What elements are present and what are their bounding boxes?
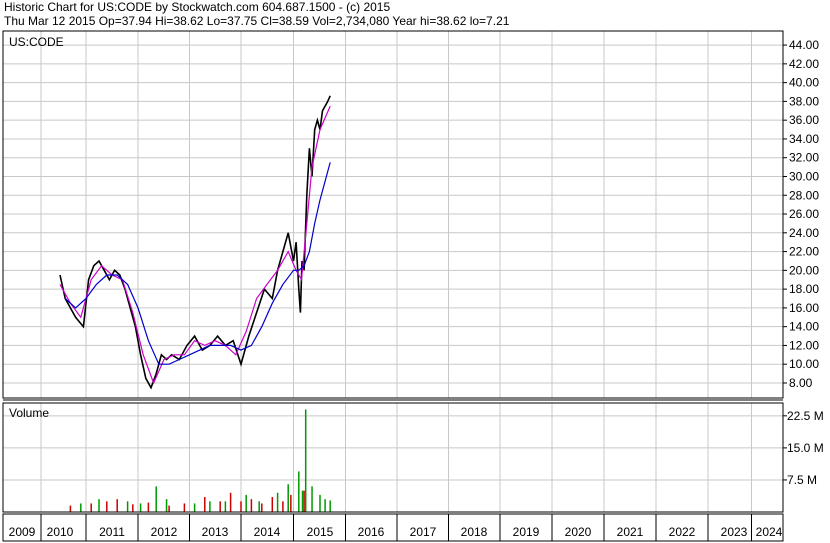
volume-tick-label: 15.0 M [787, 441, 824, 455]
y-tick-label: 28.00 [789, 188, 819, 202]
x-tick-label: 2010 [47, 525, 74, 539]
y-tick-label: 30.00 [789, 169, 819, 183]
volume-panel [69, 409, 331, 512]
y-tick-label: 8.00 [789, 376, 813, 390]
x-tick-label: 2022 [669, 525, 696, 539]
stock-chart: 8.00 10.00 12.00 14.00 16.00 18.00 20.00 22.00 2… [2, 30, 824, 542]
x-tick-label: 2013 [202, 525, 229, 539]
y-tick-label: 32.00 [789, 151, 819, 165]
y-tick-label: 44.00 [789, 38, 819, 52]
x-tick-label: 2021 [617, 525, 644, 539]
y-tick-label: 18.00 [789, 282, 819, 296]
chart-window: Historic Chart for US:CODE by Stockwatch… [0, 0, 830, 543]
x-tick-label: 2014 [254, 525, 281, 539]
volume-label: Volume [9, 406, 49, 420]
y-tick-label: 38.00 [789, 94, 819, 108]
y-tick-label: 26.00 [789, 207, 819, 221]
x-tick-label: 2016 [358, 525, 385, 539]
y-tick-label: 24.00 [789, 226, 819, 240]
x-tick-label: 2019 [513, 525, 540, 539]
symbol-label: US:CODE [9, 35, 64, 49]
volume-panel-frame [2, 402, 784, 513]
volume-tick-label: 22.5 M [787, 409, 824, 423]
y-tick-label: 34.00 [789, 132, 819, 146]
x-tick-label: 2024 [756, 525, 783, 539]
grid-layer [3, 31, 783, 512]
x-tick-label: 2012 [151, 525, 178, 539]
y-tick-label: 16.00 [789, 301, 819, 315]
x-tick-label: 2018 [461, 525, 488, 539]
y-tick-label: 12.00 [789, 338, 819, 352]
x-tick-label: 2011 [99, 525, 125, 539]
y-tick-label: 22.00 [789, 245, 819, 259]
axis-layer: 8.00 10.00 12.00 14.00 16.00 18.00 20.00 22.00 2… [2, 30, 824, 542]
y-tick-label: 40.00 [789, 76, 819, 90]
y-tick-label: 20.00 [789, 263, 819, 277]
x-tick-label: 2023 [721, 525, 748, 539]
x-tick-label: 2015 [307, 525, 334, 539]
y-tick-label: 14.00 [789, 320, 819, 334]
y-tick-label: 10.00 [789, 357, 819, 371]
y-tick-label: 36.00 [789, 113, 819, 127]
price-line [59, 95, 331, 390]
moving-average-long [64, 162, 331, 365]
y-tick-label: 42.00 [789, 57, 819, 71]
x-tick-label: 2009 [9, 525, 36, 539]
x-tick-label: 2017 [410, 525, 437, 539]
x-tick-label: 2020 [565, 525, 592, 539]
price-panel [59, 95, 331, 390]
volume-tick-label: 7.5 M [787, 473, 817, 487]
